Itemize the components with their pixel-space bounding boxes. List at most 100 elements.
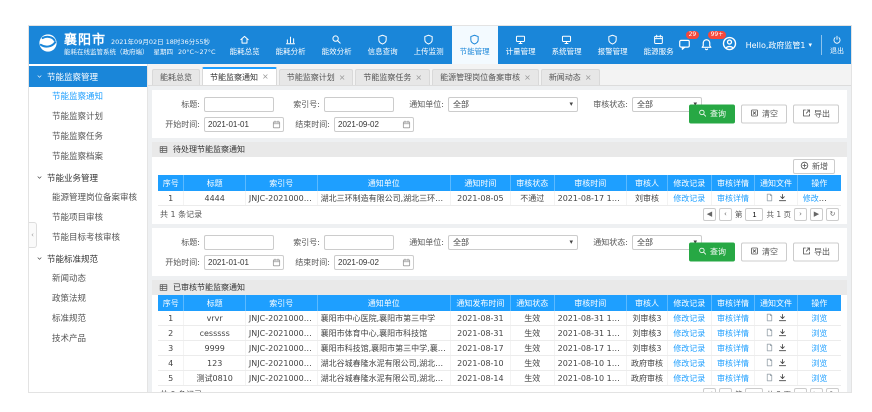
tab-close-icon[interactable]: × [524, 74, 531, 82]
modify-link[interactable]: 修改 [803, 194, 819, 203]
tab-close-icon[interactable]: × [585, 74, 592, 82]
sidebar-item[interactable]: 新闻动态 [29, 269, 147, 289]
download-icon[interactable] [778, 313, 787, 322]
sidebar-item[interactable]: 节能监察计划 [29, 107, 147, 127]
sidebar-collapse-toggle[interactable]: ‹ [29, 222, 37, 248]
audit-detail-link[interactable]: 审核详情 [717, 374, 749, 383]
modify-record-link[interactable]: 修改记录 [673, 359, 705, 368]
download-icon[interactable] [778, 358, 787, 367]
browse-link[interactable]: 浏览 [811, 374, 827, 383]
sidebar-item[interactable]: 节能目标考核审核 [29, 228, 147, 248]
sidebar-item[interactable]: 节能监察档案 [29, 147, 147, 167]
tab-close-icon[interactable]: × [339, 74, 346, 82]
clear-button[interactable]: 清空 [741, 243, 787, 262]
audit-detail-link[interactable]: 审核详情 [717, 344, 749, 353]
export-button[interactable]: 导出 [793, 105, 839, 124]
sidebar-item[interactable]: 技术产品 [29, 329, 147, 349]
monitor-icon [561, 34, 572, 45]
tab[interactable]: 节能监察任务 × [355, 69, 430, 85]
tab[interactable]: 节能监察计划× [279, 69, 354, 85]
first-page-button[interactable]: ◀ [703, 208, 716, 221]
nav-item[interactable]: 能耗分析 [268, 26, 314, 64]
nav-item[interactable]: 能耗总览 [222, 26, 268, 64]
alerts-button[interactable]: 99+ [700, 36, 713, 55]
export-button[interactable]: 导出 [793, 243, 839, 262]
tab[interactable]: 节能监察通知× [202, 67, 277, 85]
nav-item[interactable]: 信息查询 [360, 26, 406, 64]
audit-detail-link[interactable]: 审核详情 [717, 314, 749, 323]
nav-item[interactable]: 系统管理 [544, 26, 590, 64]
notify-unit-select[interactable]: 全部 ▾ [448, 235, 578, 250]
tab-label: 节能监察任务 [363, 72, 411, 83]
modify-record-link[interactable]: 修改记录 [673, 329, 705, 338]
page-input[interactable] [745, 388, 763, 393]
clear-button[interactable]: 清空 [741, 105, 787, 124]
sidebar-item[interactable]: 节能监察任务 [29, 127, 147, 147]
sidebar-item[interactable]: 政策法规 [29, 289, 147, 309]
refresh-button[interactable]: ↻ [826, 388, 839, 393]
browse-link[interactable]: 浏览 [811, 359, 827, 368]
download-icon[interactable] [778, 193, 787, 202]
record-count: 共 9 条记录 [160, 389, 202, 393]
next-page-button[interactable]: › [794, 208, 807, 221]
modify-record-link[interactable]: 修改记录 [673, 374, 705, 383]
browse-link[interactable]: 浏览 [811, 329, 827, 338]
calendar-icon[interactable] [272, 120, 281, 129]
modify-record-link[interactable]: 修改记录 [673, 344, 705, 353]
modify-record-link[interactable]: 修改记录 [673, 314, 705, 323]
table-footer: 共 1 条记录◀‹第共 1 页›▶↻ [158, 206, 841, 222]
page-input[interactable] [745, 208, 763, 221]
title-input[interactable] [204, 97, 274, 112]
first-page-button[interactable]: ◀ [703, 388, 716, 393]
query-button[interactable]: 查询 [689, 243, 735, 262]
nav-item[interactable]: 报警管理 [590, 26, 636, 64]
index-input[interactable] [324, 235, 394, 250]
download-icon[interactable] [778, 343, 787, 352]
sidebar-group-1[interactable]: 节能业务管理 [29, 167, 147, 188]
sidebar-item[interactable]: 标准规范 [29, 309, 147, 329]
tab-close-icon[interactable]: × [415, 74, 422, 82]
browse-link[interactable]: 浏览 [811, 314, 827, 323]
tab[interactable]: 能源管理岗位备案审核× [432, 69, 539, 85]
sidebar-item[interactable]: 节能项目审核 [29, 208, 147, 228]
last-page-button[interactable]: ▶ [810, 208, 823, 221]
document-icon [765, 358, 774, 367]
tab[interactable]: 新闻动态× [541, 69, 600, 85]
query-button[interactable]: 查询 [689, 105, 735, 124]
nav-item[interactable]: 节能管理 [452, 26, 498, 64]
download-icon[interactable] [778, 373, 787, 382]
tab-close-icon[interactable]: × [262, 73, 269, 81]
calendar-icon[interactable] [402, 258, 411, 267]
logout-button[interactable]: 退出 [821, 35, 844, 56]
title-input[interactable] [204, 235, 274, 250]
add-notice-button[interactable]: 新增 [793, 159, 835, 174]
index-input[interactable] [324, 97, 394, 112]
refresh-button[interactable]: ↻ [826, 208, 839, 221]
audit-detail-link[interactable]: 审核详情 [717, 359, 749, 368]
prev-page-button[interactable]: ‹ [719, 208, 732, 221]
shield-icon [607, 34, 618, 45]
sidebar-item[interactable]: 能源管理岗位备案审核 [29, 188, 147, 208]
download-icon[interactable] [778, 328, 787, 337]
tab[interactable]: 能耗总览 [152, 69, 200, 85]
sidebar-group-0[interactable]: 节能监察管理 [29, 66, 147, 87]
browse-link[interactable]: 浏览 [811, 344, 827, 353]
nav-item-label: 能耗分析 [276, 46, 306, 57]
nav-item[interactable]: 计量管理 [498, 26, 544, 64]
audit-detail-link[interactable]: 审核详情 [717, 194, 749, 203]
calendar-icon[interactable] [272, 258, 281, 267]
nav-item[interactable]: 能效分析 [314, 26, 360, 64]
sidebar-item[interactable]: 节能监察通知 [29, 87, 147, 107]
notify-unit-select[interactable]: 全部 ▾ [448, 97, 578, 112]
audit-detail-link[interactable]: 审核详情 [717, 329, 749, 338]
nav-item[interactable]: 上传监测 [406, 26, 452, 64]
last-page-button[interactable]: ▶ [810, 388, 823, 393]
messages-button[interactable]: 29 [678, 36, 691, 55]
calendar-icon[interactable] [402, 120, 411, 129]
modify-record-link[interactable]: 修改记录 [673, 194, 705, 203]
user-menu[interactable]: Hello,政府监管1 ▾ [746, 40, 812, 51]
next-page-button[interactable]: › [794, 388, 807, 393]
sidebar-group-2[interactable]: 节能标准规范 [29, 248, 147, 269]
audit-status-label: 审核状态: [582, 99, 628, 110]
prev-page-button[interactable]: ‹ [719, 388, 732, 393]
